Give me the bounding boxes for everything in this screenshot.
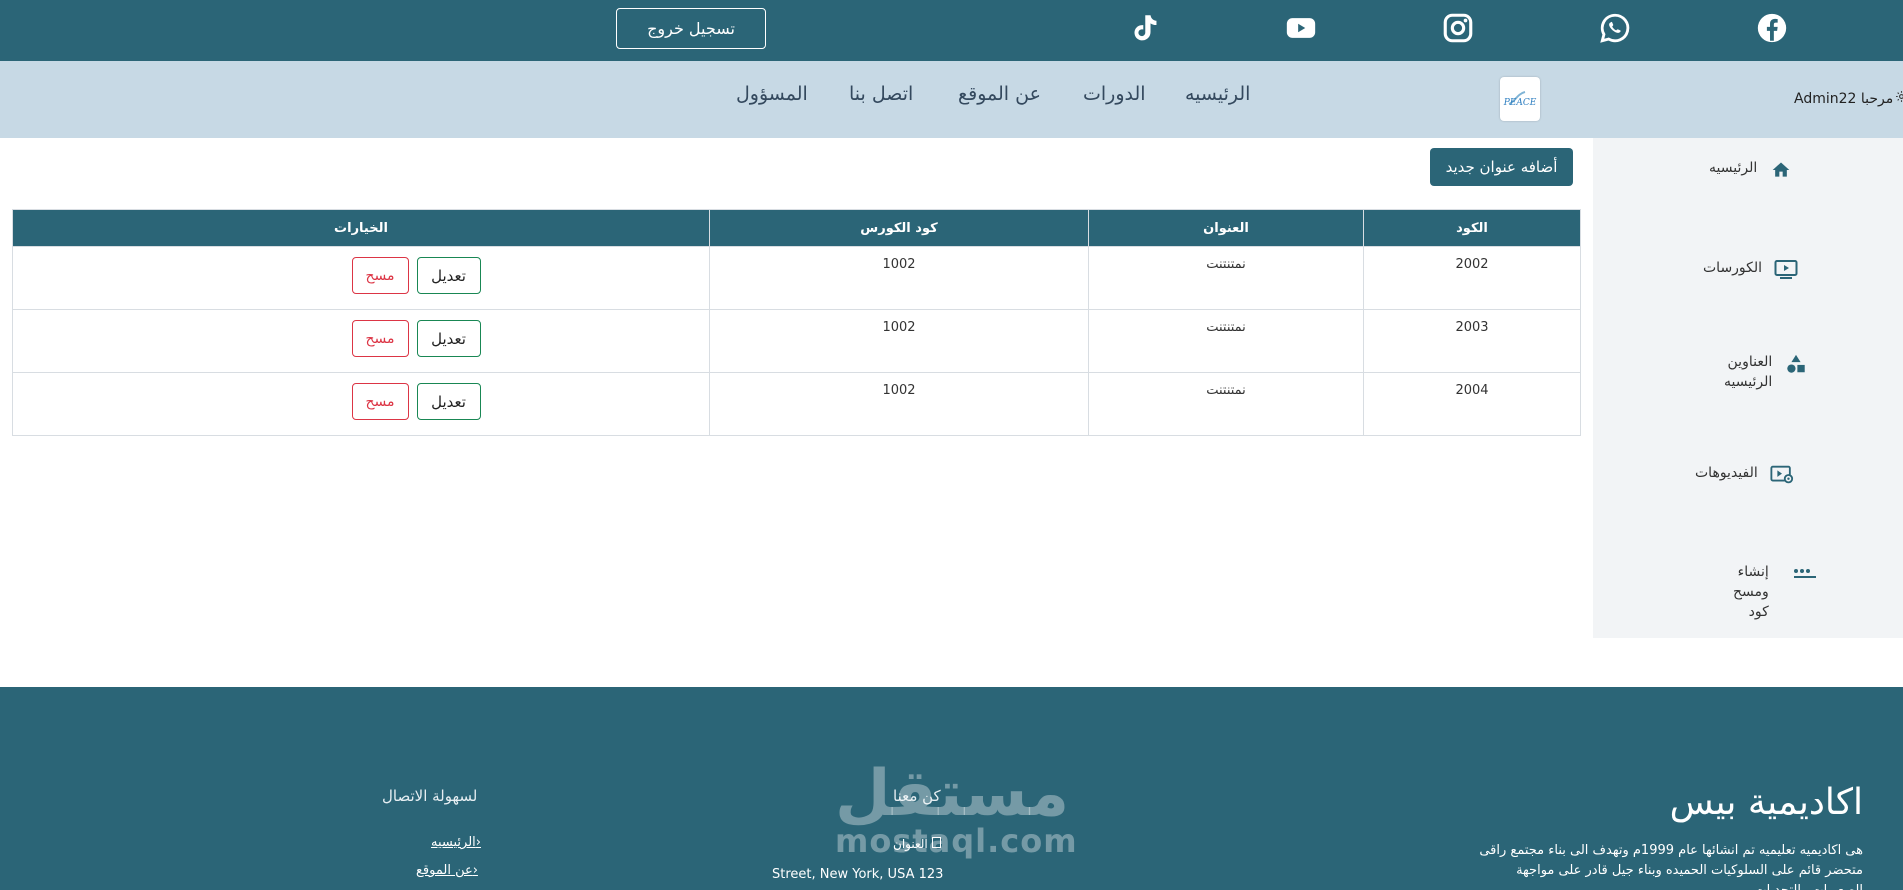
sidebar-item-label: العناوين الرئيسيه <box>1724 354 1773 390</box>
top-bar: تسجيل خروج <box>0 0 1903 61</box>
nav-link-admin[interactable]: المسؤول <box>736 83 808 105</box>
sidebar: الرئيسيه الكورسات العناوين الرئيسيه الفي… <box>1593 138 1903 638</box>
cell-options: مسح تعديل <box>12 372 710 436</box>
footer-description: هى اكاديميه تعليميه تم انشائها عام 1999م… <box>1479 843 1863 890</box>
header-code: الكود <box>1363 209 1581 247</box>
header-title: العنوان <box>1088 209 1364 247</box>
delete-button[interactable]: مسح <box>351 383 409 420</box>
cell-code: 2003 <box>1363 309 1581 373</box>
peace-logo-icon: PEACE <box>1503 91 1537 108</box>
sidebar-item-label: الرئيسيه <box>1709 160 1758 176</box>
add-new-title-button[interactable]: أضافه عنوان جديد <box>1430 148 1573 186</box>
sidebar-item-code[interactable]: إنشاء ومسح كود <box>1733 562 1817 622</box>
delete-button[interactable]: مسح <box>351 257 409 294</box>
edit-button[interactable]: تعديل <box>416 257 481 294</box>
cell-title: نمتنتنت <box>1088 246 1364 310</box>
svg-text:PEACE: PEACE <box>1503 98 1537 108</box>
cell-title: نمتنتنت <box>1088 309 1364 373</box>
delete-button[interactable]: مسح <box>351 320 409 357</box>
shapes-icon <box>1784 352 1808 376</box>
edit-button[interactable]: تعديل <box>416 383 481 420</box>
contact-address-label: العنوان <box>893 837 941 851</box>
cell-title: نمتنتنت <box>1088 372 1364 436</box>
table-header-row: الكود العنوان كود الكورس الخيارات <box>12 209 1581 247</box>
header-options: الخيارات <box>12 209 710 247</box>
table-row: 2003 نمتنتنت 1002 مسح تعديل <box>12 309 1581 373</box>
sidebar-item-label: الفيديوهات <box>1695 465 1758 481</box>
nav-bar: الرئيسيه الدورات عن الموقع اتصل بنا المس… <box>0 61 1903 138</box>
whatsapp-icon[interactable] <box>1597 10 1633 46</box>
contact-label-text: العنوان <box>893 837 928 851</box>
footer-link-label: الرئيسيه <box>431 835 476 850</box>
contact-address: Street, New York, USA 123 <box>772 867 944 882</box>
sidebar-item-label: الكورسات <box>1703 260 1763 276</box>
footer-link-label: عن الموقع <box>416 863 473 878</box>
cell-course-code: 1002 <box>709 309 1089 373</box>
chevron-left-icon: ‹ <box>475 835 481 850</box>
greeting-text: مرحبا Admin22 <box>1794 90 1894 107</box>
contact-title: كن معنا <box>893 787 941 805</box>
video-settings-icon <box>1770 463 1794 487</box>
youtube-icon[interactable] <box>1283 10 1319 46</box>
sidebar-item-label: إنشاء ومسح كود <box>1733 564 1769 620</box>
chevron-left-icon: ‹ <box>472 863 478 878</box>
quick-links-title: لسهولة الاتصال <box>382 787 478 805</box>
nav-link-courses[interactable]: الدورات <box>1083 83 1146 105</box>
settings-icon <box>1895 90 1903 107</box>
cell-course-code: 1002 <box>709 372 1089 436</box>
cell-code: 2004 <box>1363 372 1581 436</box>
table-row: 2004 نمتنتنت 1002 مسح تعديل <box>12 372 1581 436</box>
sidebar-item-home[interactable]: الرئيسيه <box>1709 158 1793 182</box>
brand-logo[interactable]: PEACE <box>1500 77 1540 121</box>
footer: اكاديمية بيس هى اكاديميه تعليميه تم انشا… <box>0 687 1903 890</box>
cell-options: مسح تعديل <box>12 246 710 310</box>
dots-icon <box>1793 562 1817 586</box>
tiktok-icon[interactable] <box>1126 10 1162 46</box>
sidebar-item-courses[interactable]: الكورسات <box>1703 258 1798 282</box>
header-course-code: كود الكورس <box>709 209 1089 247</box>
footer-link-about[interactable]: ‹عن الموقع <box>416 863 478 878</box>
sidebar-item-videos[interactable]: الفيديوهات <box>1695 463 1794 487</box>
footer-title: اكاديمية بيس <box>1669 782 1863 823</box>
location-icon <box>931 837 941 851</box>
cell-options: مسح تعديل <box>12 309 710 373</box>
nav-link-contact[interactable]: اتصل بنا <box>849 83 913 105</box>
titles-table: الكود العنوان كود الكورس الخيارات 2002 ن… <box>12 209 1581 436</box>
cell-course-code: 1002 <box>709 246 1089 310</box>
home-icon <box>1769 158 1793 182</box>
sidebar-item-main-titles[interactable]: العناوين الرئيسيه <box>1724 352 1808 392</box>
table-row: 2002 نمتنتنت 1002 مسح تعديل <box>12 246 1581 310</box>
logout-button[interactable]: تسجيل خروج <box>616 8 766 49</box>
footer-link-home[interactable]: ‹الرئيسيه <box>431 835 481 850</box>
facebook-icon[interactable] <box>1754 10 1790 46</box>
nav-link-about[interactable]: عن الموقع <box>958 83 1041 105</box>
nav-link-home[interactable]: الرئيسيه <box>1185 83 1250 105</box>
cell-code: 2002 <box>1363 246 1581 310</box>
monitor-play-icon <box>1774 258 1798 282</box>
instagram-icon[interactable] <box>1440 10 1476 46</box>
edit-button[interactable]: تعديل <box>416 320 481 357</box>
user-greeting[interactable]: مرحبا Admin22 <box>1794 90 1903 107</box>
